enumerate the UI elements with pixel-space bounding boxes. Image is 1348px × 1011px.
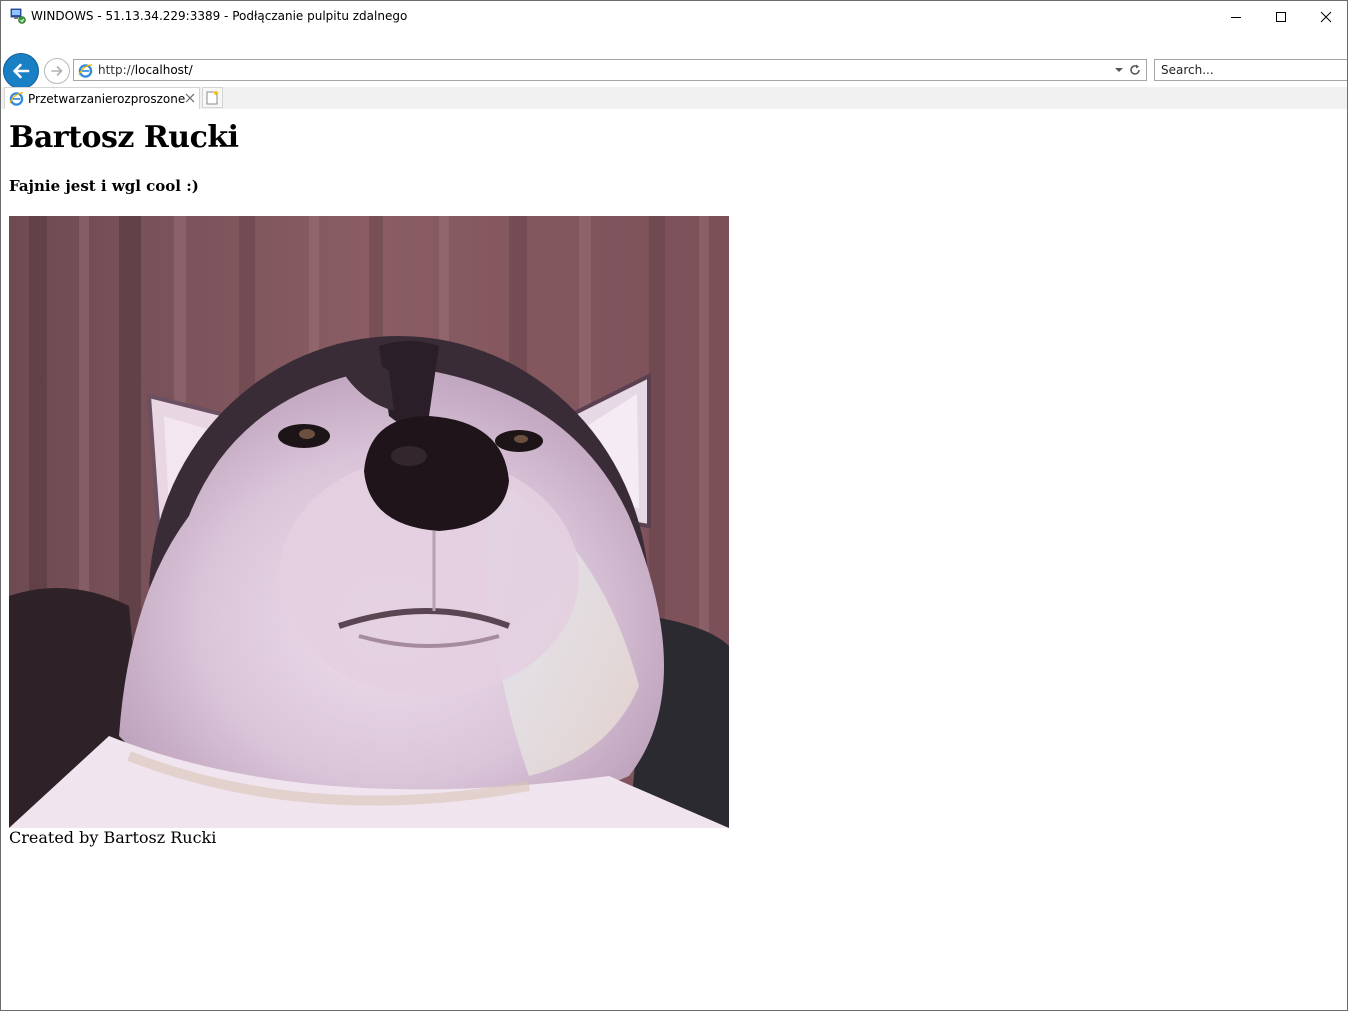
maximize-button[interactable] [1258, 1, 1304, 32]
window-title: WINDOWS - 51.13.34.229:3389 - Podłączani… [31, 9, 408, 23]
search-box[interactable] [1154, 59, 1347, 81]
internet-explorer-icon [78, 64, 93, 78]
remote-desktop-icon [10, 8, 26, 24]
internet-explorer-icon [9, 92, 24, 106]
maximize-icon [1276, 11, 1286, 22]
page-heading: Bartosz Rucki [9, 120, 239, 155]
page-subheading: Fajnie jest i wgl cool :) [9, 177, 199, 195]
close-window-button[interactable] [1303, 1, 1347, 32]
url-scheme: http:// [98, 63, 135, 77]
new-tab-button[interactable] [202, 87, 223, 108]
tab-strip: Przetwarzanierozproszone [1, 87, 1347, 110]
url-host: localhost/ [134, 63, 193, 77]
url-text[interactable]: http://localhost/ [98, 63, 193, 77]
forward-button[interactable] [44, 58, 70, 84]
refresh-icon[interactable] [1128, 63, 1142, 77]
close-icon[interactable] [185, 93, 195, 103]
minimize-button[interactable] [1213, 1, 1259, 32]
forward-arrow-icon [51, 66, 63, 76]
husky-photo [9, 216, 729, 828]
navigation-bar: http://localhost/ [1, 53, 1347, 89]
tab-przetwarzanierozproszone[interactable]: Przetwarzanierozproszone [4, 87, 200, 110]
back-button[interactable] [3, 53, 39, 89]
title-bar: WINDOWS - 51.13.34.229:3389 - Podłączani… [1, 1, 1347, 32]
minimize-icon [1231, 16, 1241, 18]
search-input[interactable] [1161, 63, 1341, 77]
new-tab-icon [206, 90, 219, 105]
close-icon [1320, 11, 1332, 22]
back-arrow-icon [13, 63, 30, 79]
chevron-down-icon[interactable] [1114, 64, 1124, 76]
remote-desktop-window: WINDOWS - 51.13.34.229:3389 - Podłączani… [0, 0, 1348, 1011]
address-bar[interactable]: http://localhost/ [73, 59, 1147, 81]
page-footer: Created by Bartosz Rucki [9, 828, 217, 847]
page-content: Bartosz Rucki Fajnie jest i wgl cool :) [1, 109, 1347, 1010]
tab-label: Przetwarzanierozproszone [28, 92, 186, 106]
